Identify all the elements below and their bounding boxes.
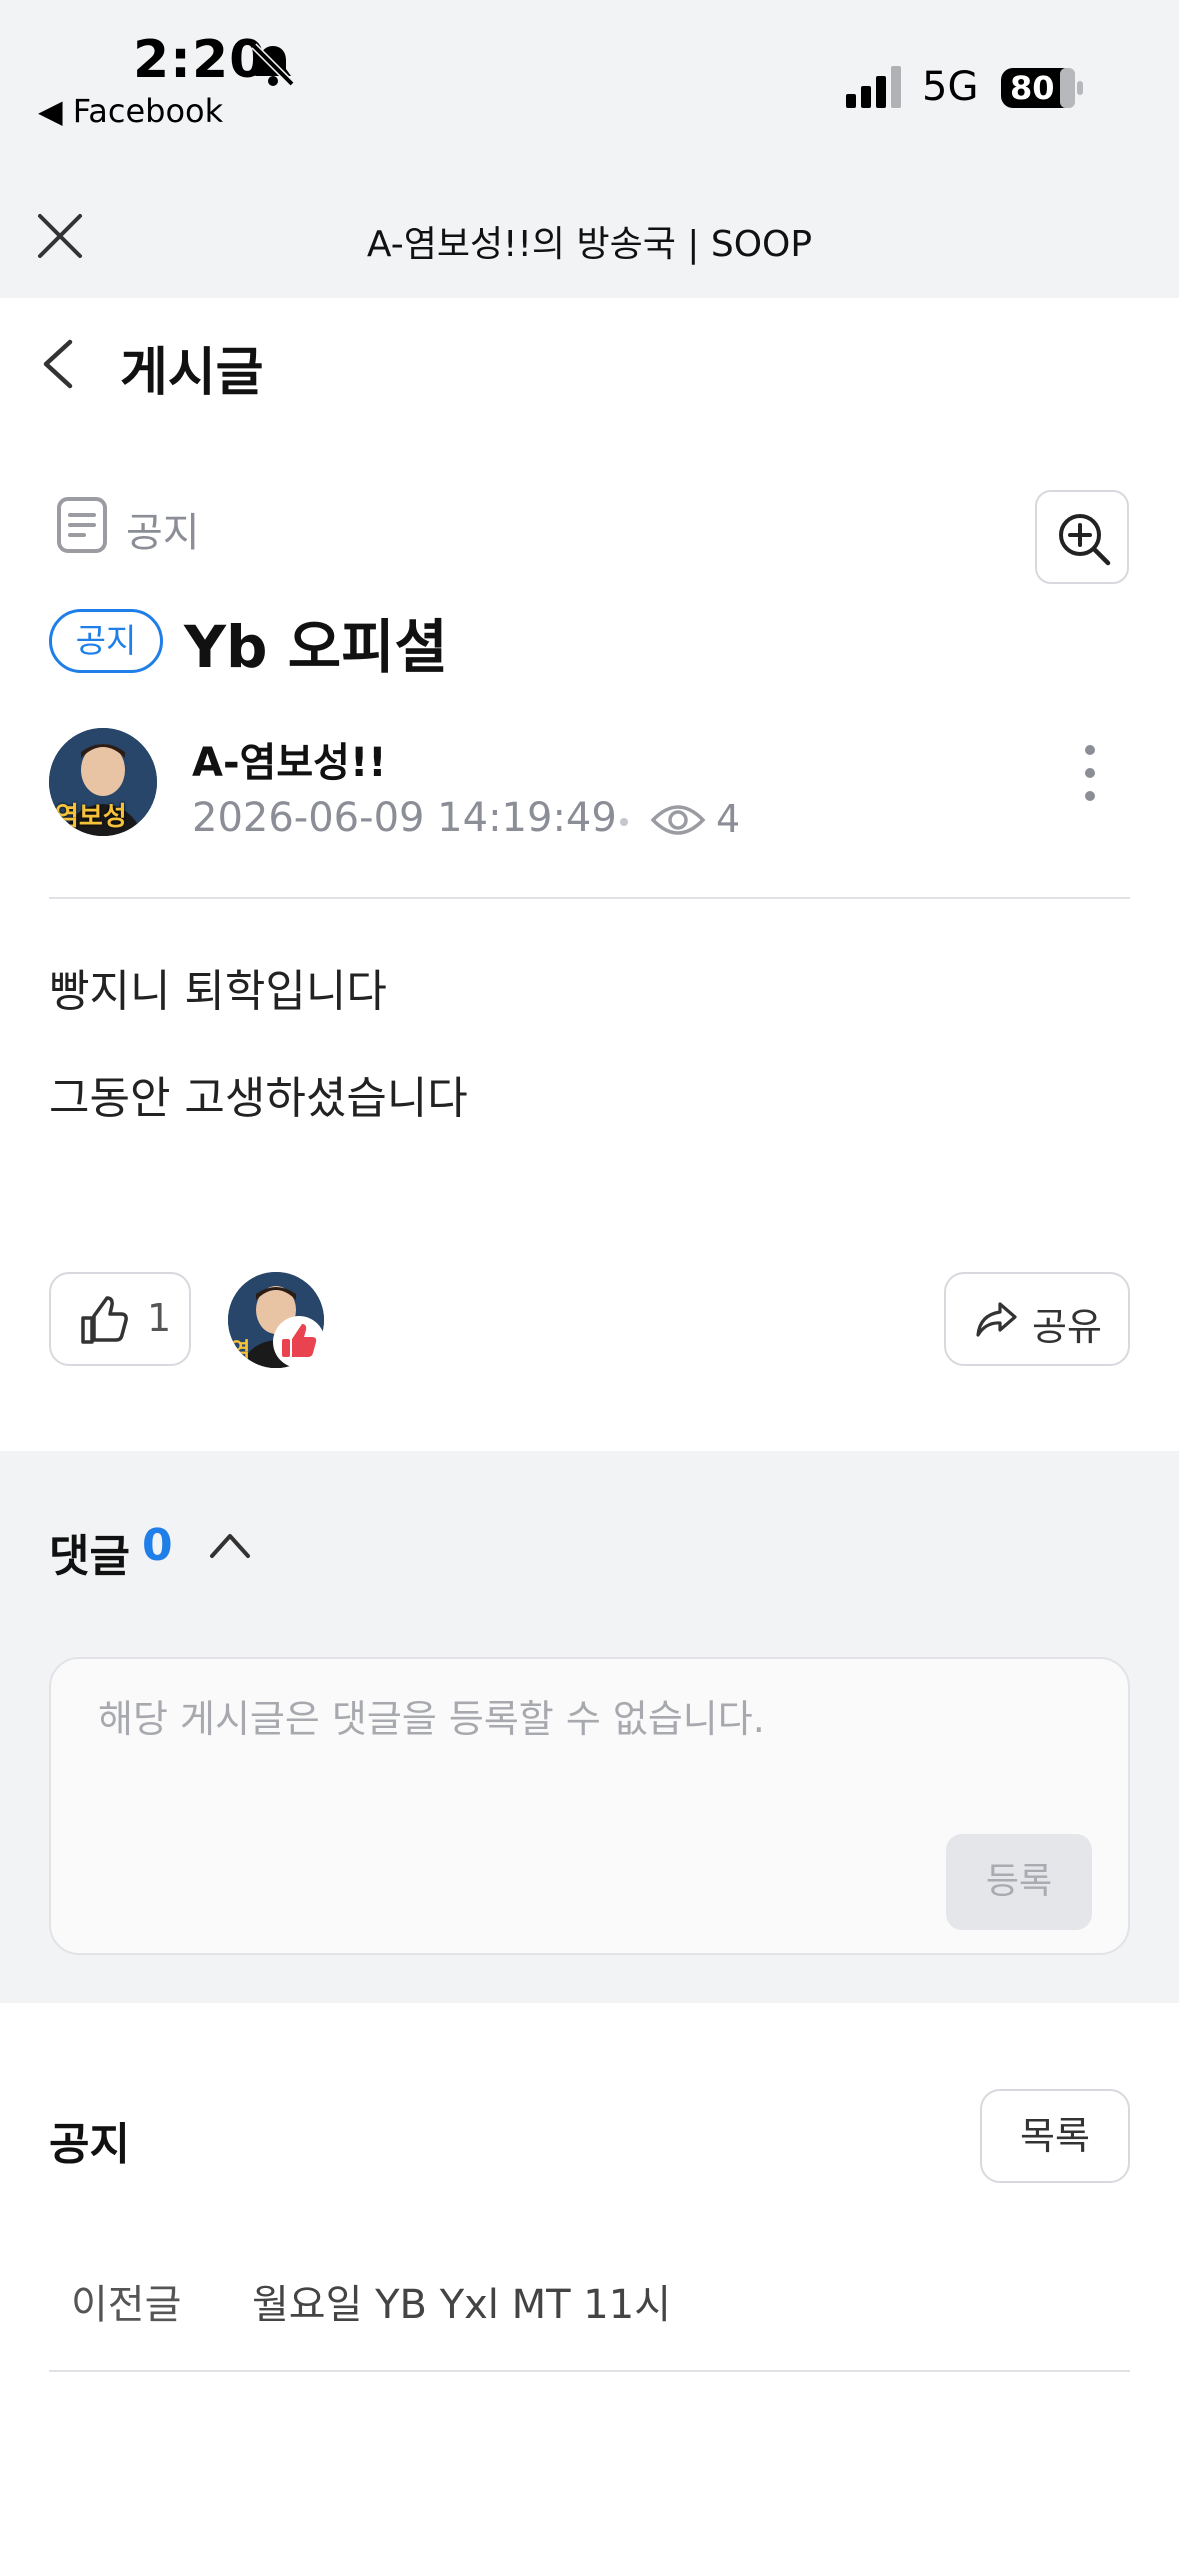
zoom-in-icon	[1059, 514, 1111, 566]
separator-dot	[620, 818, 628, 826]
comments-title: 댓글	[49, 1531, 130, 1582]
red-thumbs-up-icon	[282, 1324, 317, 1357]
page-title: 게시글	[120, 343, 264, 403]
status-time: 2:20	[133, 30, 267, 90]
share-label: 공유	[1032, 1305, 1102, 1349]
document-icon	[56, 496, 108, 554]
signal-icon	[846, 64, 906, 110]
eye-icon	[650, 800, 706, 840]
back-chevron-icon[interactable]	[40, 338, 76, 390]
prev-post-link[interactable]: 월요일 YB Yxl MT 11시	[252, 2272, 671, 2330]
like-button[interactable]: 1	[49, 1272, 191, 1366]
battery-level: 80	[1010, 69, 1055, 107]
comment-placeholder: 해당 게시글은 댓글을 등록할 수 없습니다.	[98, 1697, 765, 1741]
board-title: 공지	[49, 2119, 130, 2170]
list-button[interactable]: 목록	[980, 2089, 1130, 2183]
share-icon	[976, 1302, 1017, 1337]
divider	[49, 897, 1130, 899]
post-body-line: 빵지니 퇴학입니다	[49, 966, 387, 1017]
post-category[interactable]: 공지	[126, 500, 200, 558]
chevron-up-icon[interactable]	[206, 1528, 254, 1562]
back-triangle-icon: ◀	[38, 92, 73, 130]
silent-bell-icon	[248, 40, 298, 90]
back-to-app-link[interactable]: ◀ Facebook	[38, 92, 223, 130]
view-count: 4	[716, 797, 741, 841]
post-date: 2026-06-09 14:19:49	[192, 795, 617, 841]
thumbs-up-icon	[81, 1296, 128, 1344]
post-body-line: 그동안 고생하셨습니다	[49, 1073, 468, 1124]
like-count: 1	[147, 1296, 172, 1340]
comments-count: 0	[142, 1520, 173, 1571]
more-options-icon[interactable]	[1080, 742, 1100, 804]
prev-post-label: 이전글	[71, 2282, 182, 2328]
back-app-label: Facebook	[72, 92, 224, 130]
zoom-in-button[interactable]	[1035, 490, 1129, 584]
share-button[interactable]: 공유	[944, 1272, 1130, 1366]
avatar-text: 염보성	[55, 802, 127, 832]
comment-submit-button[interactable]: 등록	[946, 1834, 1092, 1930]
author-avatar[interactable]: 염보성	[49, 728, 157, 836]
svg-text:염: 염	[230, 1339, 250, 1364]
divider	[49, 2370, 1130, 2372]
battery-icon: 80	[1000, 66, 1084, 110]
network-type: 5G	[922, 64, 979, 110]
liked-badge	[273, 1316, 325, 1368]
notice-badge: 공지	[49, 609, 163, 673]
author-name[interactable]: A-염보성!!	[192, 730, 386, 788]
post-title: Yb 오피셜	[184, 613, 448, 681]
browser-title: A-염보성!!의 방송국 | SOOP	[366, 224, 813, 265]
